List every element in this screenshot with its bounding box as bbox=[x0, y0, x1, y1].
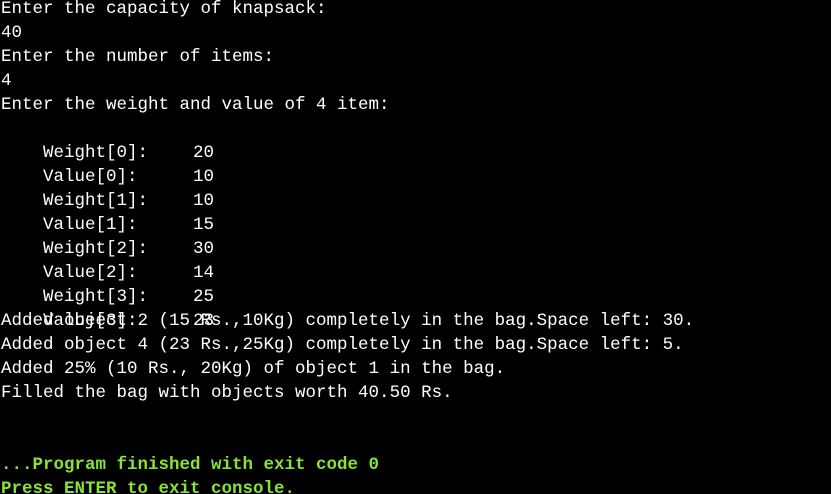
entry-line: Weight[1]: 10 bbox=[1, 165, 214, 211]
entry-line: Value[3]: 23 bbox=[1, 285, 214, 331]
entry-line: Weight[2]: 30 bbox=[1, 213, 214, 259]
entry-line: Value[0]: 10 bbox=[1, 141, 214, 187]
console-output[interactable]: Enter the capacity of knapsack: 40 Enter… bbox=[0, 0, 831, 494]
items-input-echo: 4 bbox=[1, 71, 12, 91]
entry-line: Value[1]: 15 bbox=[1, 189, 214, 235]
capacity-input-echo: 40 bbox=[1, 23, 23, 43]
exit-status-message: ...Program finished with exit code 0 bbox=[1, 455, 380, 475]
prompt-items: Enter the number of items: bbox=[1, 47, 275, 67]
entry-value: 15 bbox=[193, 215, 215, 235]
prompt-capacity: Enter the capacity of knapsack: bbox=[1, 0, 327, 19]
entry-line: Weight[0]: 20 bbox=[1, 117, 214, 163]
entry-line: Weight[3]: 25 bbox=[1, 261, 214, 307]
entry-value: 10 bbox=[193, 191, 215, 211]
entry-line: Value[2]: 14 bbox=[1, 237, 214, 283]
prompt-weight-value: Enter the weight and value of 4 item: bbox=[1, 95, 390, 115]
result-line: Added object 4 (23 Rs.,25Kg) completely … bbox=[1, 335, 684, 355]
result-line: Filled the bag with objects worth 40.50 … bbox=[1, 383, 453, 403]
entry-value: 14 bbox=[193, 263, 215, 283]
entry-value: 30 bbox=[193, 239, 215, 259]
result-line: Added object 2 (15 Rs.,10Kg) completely … bbox=[1, 311, 695, 331]
result-line: Added 25% (10 Rs., 20Kg) of object 1 in … bbox=[1, 359, 506, 379]
entry-value: 25 bbox=[193, 287, 215, 307]
press-enter-message: Press ENTER to exit console. bbox=[1, 479, 296, 494]
entry-value: 10 bbox=[193, 167, 215, 187]
entry-value: 20 bbox=[193, 143, 215, 163]
